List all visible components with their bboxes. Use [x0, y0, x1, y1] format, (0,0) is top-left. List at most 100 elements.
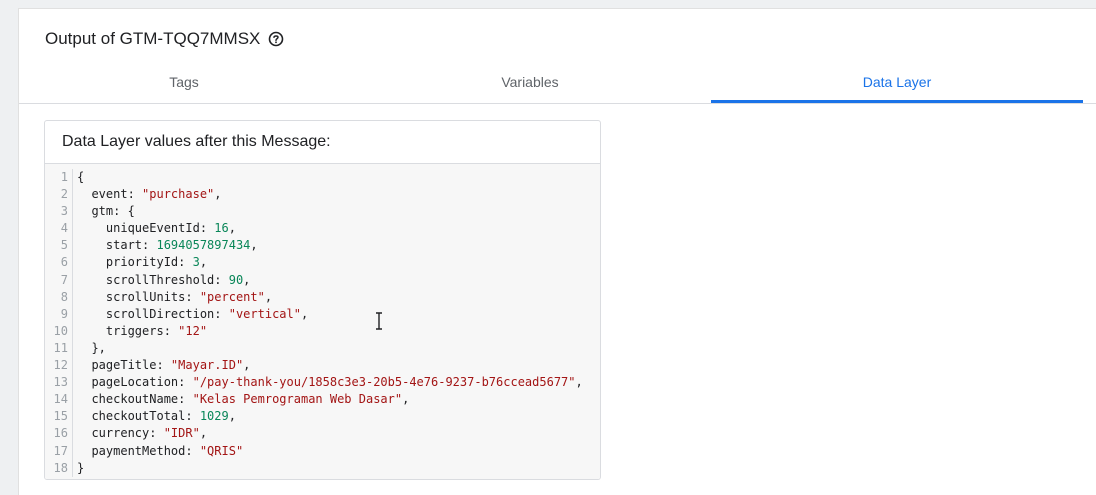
line-content: scrollDirection: "vertical", [73, 306, 308, 323]
string-token: "IDR" [163, 426, 200, 441]
line-content: event: "purchase", [73, 186, 222, 203]
code-line: 15 checkoutTotal: 1029, [45, 408, 600, 426]
code-line: 10 triggers: "12" [45, 322, 600, 340]
line-content: triggers: "12" [73, 323, 207, 340]
line-number: 18 [45, 459, 73, 477]
code-token: scrollThreshold: [77, 272, 229, 287]
line-number: 1 [45, 169, 73, 187]
code-line: 16 currency: "IDR", [45, 425, 600, 443]
line-content: { [73, 169, 84, 186]
string-token: "Kelas Pemrograman Web Dasar" [192, 392, 403, 407]
string-token: "12" [178, 323, 208, 338]
string-token: "purchase" [142, 187, 215, 202]
code-line: 18} [45, 459, 600, 477]
code-token: priorityId: [77, 255, 193, 270]
code-token: , [402, 392, 410, 407]
line-number: 14 [45, 391, 73, 409]
number-token: 90 [228, 272, 244, 287]
card-title: Data Layer values after this Message: [45, 121, 600, 164]
number-token: 3 [192, 255, 200, 270]
code-line: 6 priorityId: 3, [45, 254, 600, 272]
line-number: 7 [45, 271, 73, 289]
line-number: 15 [45, 408, 73, 426]
string-token: "/pay-thank-you/1858c3e3-20b5-4e76-9237-… [192, 375, 576, 390]
code-line: 4 uniqueEventId: 16, [45, 220, 600, 238]
code-token: , [243, 272, 251, 287]
string-token: "Mayar.ID" [170, 358, 244, 373]
tab-bar: Tags Variables Data Layer [19, 64, 1096, 104]
code-token: checkoutTotal: [77, 409, 200, 424]
code-token: , [199, 426, 208, 441]
line-content: pageLocation: "/pay-thank-you/1858c3e3-2… [73, 374, 583, 391]
tab-variables[interactable]: Variables [349, 64, 711, 103]
tab-data-layer[interactable]: Data Layer [711, 64, 1083, 103]
help-circle-icon[interactable] [268, 31, 284, 47]
code-line: 11 }, [45, 339, 600, 358]
line-number: 16 [45, 425, 73, 443]
code-line: 2 event: "purchase", [45, 186, 600, 204]
line-number: 6 [45, 254, 73, 272]
string-token: "percent" [199, 289, 265, 304]
code-token: scrollDirection: [77, 306, 229, 321]
code-token: triggers: [77, 323, 179, 338]
tab-tags[interactable]: Tags [19, 64, 349, 103]
line-number: 17 [45, 442, 73, 460]
code-line: 7 scrollThreshold: 90, [45, 271, 600, 289]
code-viewer[interactable]: 1{2 event: "purchase", 3 gtm: {4 uniqueEv… [45, 164, 600, 479]
string-token: "QRIS" [199, 443, 244, 458]
line-content: start: 1694057897434, [73, 237, 258, 254]
line-content: scrollThreshold: 90, [73, 272, 251, 289]
code-token: , [300, 306, 309, 321]
active-tab-indicator [711, 100, 1083, 103]
code-token: pageLocation: [77, 375, 193, 390]
code-token: currency: [77, 426, 164, 441]
line-number: 8 [45, 288, 73, 306]
line-content: }, [73, 340, 105, 357]
code-token: scrollUnits: [77, 289, 200, 304]
code-token: , [228, 409, 236, 424]
line-content: checkoutName: "Kelas Pemrograman Web Das… [73, 391, 409, 408]
line-content: scrollUnits: "percent", [73, 289, 272, 306]
code-token: , [264, 289, 273, 304]
code-line: 13 pageLocation: "/pay-thank-you/1858c3e… [45, 374, 600, 392]
line-number: 13 [45, 374, 73, 392]
line-content: uniqueEventId: 16, [73, 220, 236, 237]
code-token: checkoutName: [77, 392, 193, 407]
line-content: pageTitle: "Mayar.ID", [73, 357, 250, 374]
number-token: 16 [214, 221, 229, 236]
code-token: { [77, 170, 85, 184]
output-panel: Output of GTM-TQQ7MMSX Tags Variables Da… [18, 8, 1096, 495]
line-number: 4 [45, 220, 73, 238]
line-number: 5 [45, 237, 73, 255]
page-title: Output of GTM-TQQ7MMSX [45, 29, 261, 48]
data-layer-card: Data Layer values after this Message: 1 {… [44, 120, 601, 480]
line-number: 9 [45, 305, 73, 323]
string-token: "vertical" [228, 306, 301, 321]
line-number: 12 [45, 357, 73, 375]
code-line: 17 paymentMethod: "QRIS" [45, 442, 600, 460]
code-line: 14 checkoutName: "Kelas Pemrograman Web … [45, 391, 600, 409]
line-content: currency: "IDR", [73, 425, 207, 442]
code-token: event: [77, 187, 143, 202]
number-token: 1029 [199, 409, 229, 424]
line-number: 3 [45, 203, 73, 221]
code-token: , [243, 358, 251, 373]
code-line: 9 scrollDirection: "vertical", [45, 305, 600, 323]
code-token: , [199, 255, 208, 270]
line-number: 2 [45, 186, 73, 204]
line-content: paymentMethod: "QRIS" [73, 443, 243, 460]
code-token: , [250, 238, 258, 253]
line-content: checkoutTotal: 1029, [73, 408, 236, 425]
line-number: 11 [45, 339, 73, 358]
code-token: , [575, 375, 583, 390]
code-token: , [228, 221, 236, 236]
code-token: start: [77, 238, 157, 253]
code-token: uniqueEventId: [77, 221, 215, 236]
panel-header: Output of GTM-TQQ7MMSX [45, 27, 284, 51]
code-token: , [214, 187, 222, 202]
line-content: } [73, 460, 84, 477]
number-token: 1694057897434 [156, 238, 251, 253]
code-token: gtm: { [77, 204, 135, 219]
text-cursor-icon [376, 312, 382, 330]
code-line: 3 gtm: { [45, 203, 600, 221]
